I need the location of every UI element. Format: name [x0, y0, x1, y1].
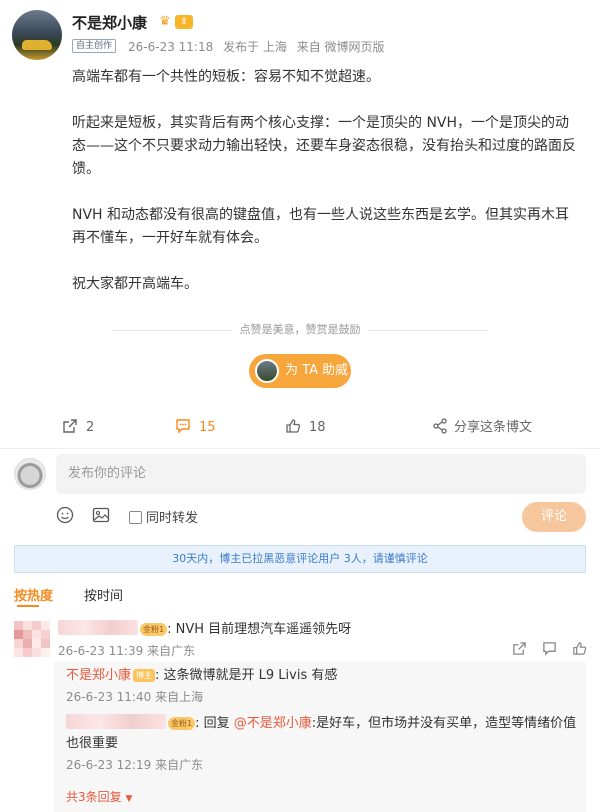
fan-badge: 金粉1 — [168, 717, 196, 730]
emoji-icon[interactable] — [56, 506, 74, 528]
repost-checkbox[interactable]: 同时转发 — [129, 507, 198, 526]
comment-button[interactable]: 15 — [175, 418, 216, 436]
tab-time[interactable]: 按时间 — [84, 585, 123, 604]
repost-button[interactable]: 2 — [62, 418, 94, 436]
commenter-avatar[interactable] — [14, 621, 50, 657]
post-paragraph: 听起来是短板，其实背后有两个核心支撑：一个是顶尖的 NVH，一个是顶尖的动态——… — [72, 115, 576, 177]
thumbs-up-icon — [573, 642, 587, 655]
reply-icon — [513, 642, 526, 655]
more-replies-label: 共3条回复 — [66, 790, 122, 804]
like-count: 18 — [309, 420, 326, 435]
comment-icon — [543, 642, 556, 656]
checkbox-box[interactable] — [129, 511, 142, 524]
post-paragraph: NVH 和动态都没有很高的键盘值，也有一些人说这些东西是玄学。但其实再木耳再不懂… — [72, 207, 570, 246]
reply-prefix: : 回复 — [195, 716, 234, 731]
post-meta: 26-6-23 11:18 发布于 上海 来自 微博网页版 — [128, 38, 391, 55]
support-button-label: 为 TA 助威 — [285, 363, 349, 378]
reply-action[interactable] — [512, 641, 527, 660]
repost-icon — [63, 419, 77, 433]
comment-body: 金粉1: NVH 目前理想汽车遥遥领先呀 — [58, 620, 351, 640]
like-hint-text: 点赞是美意，赞赏是鼓励 — [239, 323, 361, 336]
commenter-name-redacted[interactable] — [58, 620, 138, 635]
post-header: 不是郑小康 ♛ Ⅱ 自主创作 26-6-23 11:18 发布于 上海 来自 微… — [12, 10, 592, 62]
reply-time: 26-6-23 11:40 — [66, 690, 152, 704]
comment-meta: 26-6-23 11:39 来自广东 — [58, 642, 195, 659]
crown-icon: ♛ — [159, 14, 171, 29]
block-notice: 30天内，博主已拉黑恶意评论用户 3人，请谨慎评论 — [14, 545, 586, 573]
post-source: 来自 微博网页版 — [296, 40, 385, 54]
reply-author-redacted[interactable] — [66, 714, 166, 729]
tab-hot[interactable]: 按热度 — [14, 589, 53, 604]
original-tag: 自主创作 — [72, 39, 117, 53]
reply-mention[interactable]: @不是郑小康 — [234, 716, 312, 731]
author-avatar[interactable] — [12, 10, 62, 60]
reply-item: 不是郑小康 博主: 这条微博就是开 L9 Livis 有感 26-6-23 11:… — [66, 666, 581, 705]
post-body: 高端车都有一个共性的短板：容易不知不觉超速。 听起来是短板，其实背后有两个核心支… — [72, 66, 577, 319]
share-icon — [433, 418, 447, 434]
vip-badge[interactable]: Ⅱ — [175, 15, 193, 29]
more-replies-link[interactable]: 共3条回复 ▼ — [66, 788, 132, 805]
support-avatar — [255, 359, 279, 383]
comment-text: : NVH 目前理想汽车遥遥领先呀 — [167, 622, 352, 637]
post-paragraph: 高端车都有一个共性的短板：容易不知不觉超速。 — [72, 69, 380, 85]
comment-composer: 发布你的评论 同时转发 评论 — [0, 450, 600, 550]
thumbs-up-icon — [286, 419, 301, 433]
comment-time: 26-6-23 11:39 — [58, 644, 144, 658]
share-button[interactable]: 分享这条博文 — [432, 418, 532, 436]
post-timestamp[interactable]: 26-6-23 11:18 — [128, 40, 213, 54]
author-name[interactable]: 不是郑小康 — [72, 12, 147, 33]
reply-body: 不是郑小康 博主: 这条微博就是开 L9 Livis 有感 — [66, 666, 581, 686]
reply-item: 金粉1: 回复 @不是郑小康:是好车，但市场并没有买单，造型等情绪价值也很重要 … — [66, 714, 581, 773]
comment-location: 来自广东 — [147, 644, 196, 658]
divider — [112, 329, 232, 331]
post-location: 发布于 上海 — [223, 40, 287, 54]
comment-input[interactable]: 发布你的评论 — [56, 454, 586, 494]
comment-reply-button[interactable] — [542, 641, 557, 660]
my-avatar[interactable] — [14, 458, 46, 490]
reply-meta: 26-6-23 11:40 来自上海 — [66, 688, 581, 705]
replies-panel: 不是郑小康 博主: 这条微博就是开 L9 Livis 有感 26-6-23 11:… — [54, 662, 586, 812]
reply-time: 26-6-23 12:19 — [66, 758, 152, 772]
reply-meta: 26-6-23 12:19 来自广东 — [66, 756, 581, 773]
comment-like-button[interactable] — [572, 641, 587, 660]
repost-checkbox-label: 同时转发 — [146, 511, 199, 526]
reply-location: 来自广东 — [155, 758, 204, 772]
reply-author[interactable]: 不是郑小康 — [66, 668, 131, 683]
chevron-down-icon: ▼ — [125, 794, 133, 804]
comment-icon — [176, 419, 190, 434]
action-bar: 2 15 18 分享这条博文 — [0, 412, 600, 442]
submit-comment-button[interactable]: 评论 — [522, 502, 586, 532]
reply-location: 来自上海 — [155, 690, 204, 704]
sort-tabs: 按热度 按时间 — [14, 585, 123, 607]
divider — [368, 329, 488, 331]
image-icon[interactable] — [92, 506, 110, 528]
fan-badge: 金粉1 — [140, 623, 168, 636]
repost-count: 2 — [86, 420, 95, 435]
active-tab-indicator — [17, 605, 39, 607]
like-hint: 点赞是美意，赞赏是鼓励 — [0, 321, 600, 337]
share-label: 分享这条博文 — [454, 420, 533, 435]
comment-count: 15 — [199, 420, 216, 435]
blogger-badge: 博主 — [133, 669, 156, 682]
reply-text: : 这条微博就是开 L9 Livis 有感 — [155, 668, 338, 683]
post-paragraph: 祝大家都开高端车。 — [72, 276, 198, 292]
reply-body: 金粉1: 回复 @不是郑小康:是好车，但市场并没有买单，造型等情绪价值也很重要 — [66, 714, 581, 754]
support-button[interactable]: 为 TA 助威 — [249, 354, 351, 388]
divider — [0, 448, 600, 449]
like-button[interactable]: 18 — [285, 418, 326, 436]
